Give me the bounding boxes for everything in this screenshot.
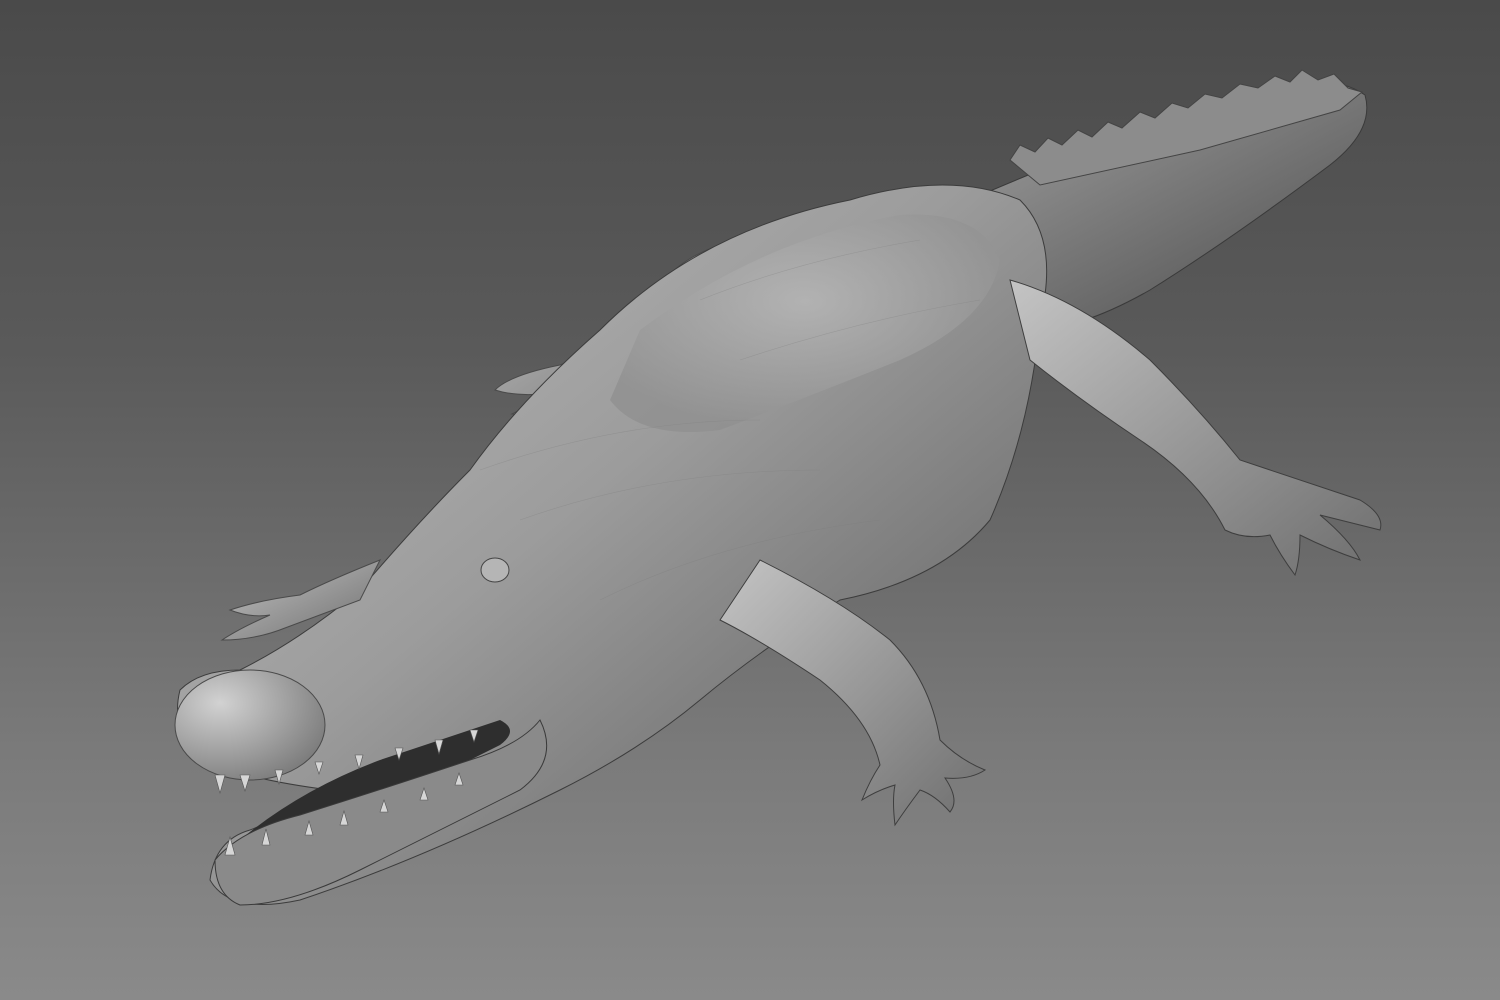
snout bbox=[174, 669, 326, 781]
3d-viewport[interactable] bbox=[0, 0, 1500, 1000]
crocodile-model[interactable] bbox=[0, 0, 1500, 1000]
front-leg-near bbox=[719, 559, 987, 827]
rear-leg-near bbox=[1009, 279, 1382, 577]
eye bbox=[480, 557, 510, 583]
